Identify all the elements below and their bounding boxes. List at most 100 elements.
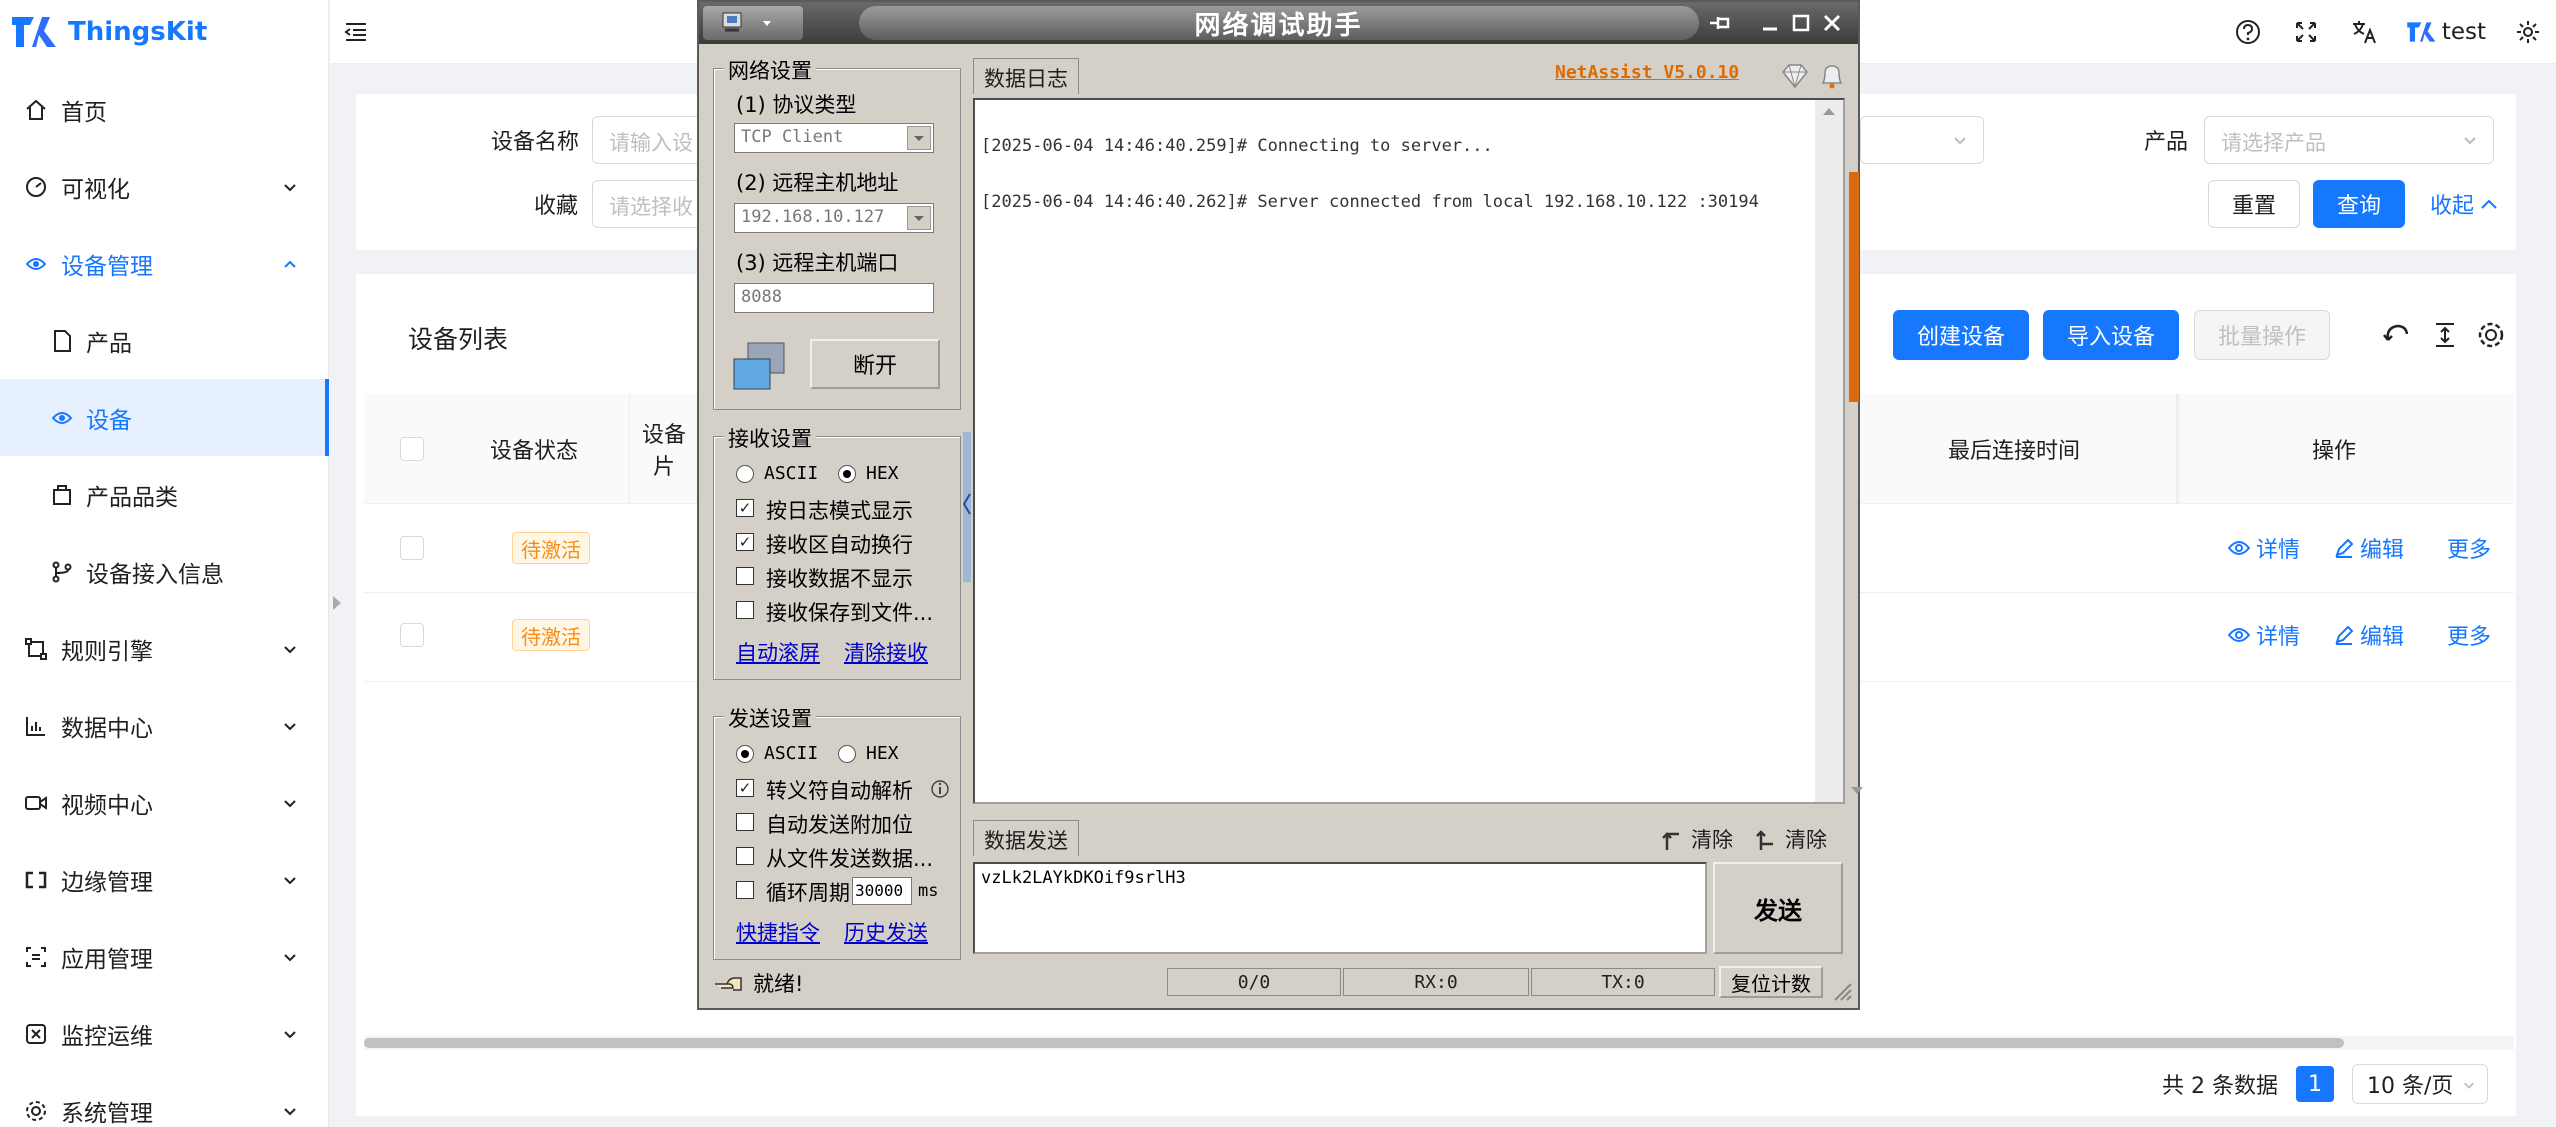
clear-send-1-button[interactable]: 清除 [1659, 824, 1733, 854]
product-select[interactable]: 请选择产品 [2204, 116, 2494, 164]
more-link[interactable]: 更多 [2447, 532, 2491, 564]
horizontal-scrollbar[interactable] [364, 1036, 2514, 1050]
import-device-button[interactable]: 导入设备 [2043, 310, 2179, 360]
protocol-select[interactable]: TCP Client [734, 123, 934, 153]
hidden-select[interactable] [1860, 116, 1984, 164]
col-status[interactable]: 设备状态 [444, 394, 624, 504]
row-checkbox[interactable] [400, 623, 424, 647]
log-mode-checkbox[interactable]: ✓ [736, 499, 754, 517]
batch-operation-button[interactable]: 批量操作 [2194, 310, 2330, 360]
scroll-up-icon[interactable] [1815, 100, 1843, 124]
resize-grip-icon[interactable] [1831, 980, 1853, 1002]
orange-splitter[interactable] [1849, 172, 1859, 402]
tab-data-send[interactable]: 数据发送 [973, 820, 1079, 856]
menu-home[interactable]: 首页 [0, 71, 329, 148]
menu-visualization[interactable]: 可视化 [0, 148, 329, 225]
more-link[interactable]: 更多 [2447, 619, 2491, 651]
edit-link[interactable]: 编辑 [2334, 532, 2404, 564]
chevron-down-icon [284, 1107, 296, 1115]
collapse-toggle[interactable]: 收起 [2430, 188, 2498, 220]
log-scrollbar[interactable] [1815, 100, 1863, 802]
loop-period-checkbox[interactable] [736, 881, 754, 899]
maximize-icon[interactable] [1788, 10, 1814, 36]
help-icon[interactable] [2232, 16, 2264, 48]
col-image[interactable]: 设备 片 [624, 394, 704, 504]
detail-link[interactable]: 详情 [2228, 619, 2300, 651]
device-name-input[interactable]: 请输入设 [592, 116, 712, 164]
status-badge: 待激活 [512, 532, 590, 564]
refresh-icon[interactable] [2382, 320, 2412, 350]
pin-icon[interactable] [1707, 10, 1733, 36]
fullscreen-icon[interactable] [2290, 16, 2322, 48]
window-titlebar[interactable]: 网络调试助手 [699, 2, 1858, 44]
auto-scroll-link[interactable]: 自动滚屏 [736, 637, 820, 667]
send-ascii-radio[interactable] [736, 745, 754, 763]
select-all-checkbox[interactable] [400, 437, 424, 461]
query-button[interactable]: 查询 [2313, 180, 2405, 228]
col-last-connect[interactable]: 最后连接时间 [1864, 394, 2164, 504]
menu-visualization-label: 可视化 [61, 176, 130, 203]
avatar-logo-icon[interactable] [2406, 16, 2438, 48]
menu-device[interactable]: 设备 [0, 379, 329, 456]
detail-link[interactable]: 详情 [2228, 532, 2300, 564]
translate-icon[interactable] [2348, 16, 2380, 48]
send-button[interactable]: 发送 [1713, 862, 1843, 954]
username[interactable]: test [2442, 19, 2486, 45]
close-icon[interactable] [1819, 10, 1845, 36]
side-splitter[interactable] [963, 432, 971, 582]
clear-receive-link[interactable]: 清除接收 [844, 637, 928, 667]
menu-product[interactable]: 产品 [0, 302, 329, 379]
menu-app-management[interactable]: 应用管理 [0, 918, 329, 995]
data-log-area[interactable]: [2025-06-04 14:46:40.259]# Connecting to… [973, 98, 1863, 804]
scroll-down-icon[interactable] [1843, 778, 1871, 802]
menu-device-access-info[interactable]: 设备接入信息 [0, 533, 329, 610]
port-input[interactable]: 8088 [734, 283, 934, 313]
menu-monitor-ops[interactable]: 监控运维 [0, 995, 329, 1072]
favorite-select[interactable]: 请选择收 [592, 180, 712, 228]
menu-fold-icon[interactable] [344, 20, 368, 44]
reset-button[interactable]: 重置 [2208, 180, 2300, 228]
recv-ascii-radio[interactable] [736, 465, 754, 483]
info-icon[interactable] [930, 779, 950, 799]
diamond-icon[interactable] [1779, 62, 1811, 90]
page-size-select[interactable]: 10 条/页 [2352, 1064, 2488, 1104]
menu-product-category[interactable]: 产品品类 [0, 456, 329, 533]
logo[interactable]: ThingsKit [0, 0, 328, 64]
send-from-file-checkbox[interactable] [736, 847, 754, 865]
send-hex-radio[interactable] [838, 745, 856, 763]
shortcut-command-link[interactable]: 快捷指令 [736, 917, 820, 947]
send-textarea[interactable]: vzLk2LAYkDKOif9srlH3 [973, 862, 1707, 954]
escape-parse-checkbox[interactable]: ✓ [736, 779, 754, 797]
tab-data-log[interactable]: 数据日志 [973, 58, 1079, 94]
loop-period-input[interactable]: 30000 [852, 877, 912, 905]
hide-recv-checkbox[interactable] [736, 567, 754, 585]
minimize-icon[interactable] [1757, 10, 1783, 36]
auto-wrap-checkbox[interactable]: ✓ [736, 533, 754, 551]
menu-device-management[interactable]: 设备管理 [0, 225, 329, 302]
recv-hex-radio[interactable] [838, 465, 856, 483]
send-history-link[interactable]: 历史发送 [844, 917, 928, 947]
menu-video-center[interactable]: 视频中心 [0, 764, 329, 841]
reset-count-button[interactable]: 复位计数 [1719, 966, 1823, 998]
clear-send-2-button[interactable]: 清除 [1753, 824, 1827, 854]
product-placeholder: 请选择产品 [2221, 131, 2326, 155]
menu-data-center[interactable]: 数据中心 [0, 687, 329, 764]
host-select[interactable]: 192.168.10.127 [734, 203, 934, 233]
column-height-icon[interactable] [2430, 320, 2460, 350]
menu-edge-management[interactable]: 边缘管理 [0, 841, 329, 918]
bell-icon[interactable] [1817, 62, 1847, 90]
version-link[interactable]: NetAssist V5.0.10 [1555, 62, 1739, 83]
menu-system-management[interactable]: 系统管理 [0, 1072, 329, 1127]
menu-rule-engine[interactable]: 规则引擎 [0, 610, 329, 687]
edit-link[interactable]: 编辑 [2334, 619, 2404, 651]
scrollbar-thumb[interactable] [364, 1038, 2344, 1048]
save-file-checkbox[interactable] [736, 601, 754, 619]
sidebar-collapse-handle-icon[interactable] [330, 588, 346, 618]
disconnect-button[interactable]: 断开 [810, 339, 940, 389]
page-1-button[interactable]: 1 [2296, 1066, 2334, 1102]
create-device-button[interactable]: 创建设备 [1893, 310, 2029, 360]
row-checkbox[interactable] [400, 536, 424, 560]
settings-icon[interactable] [2512, 16, 2544, 48]
column-settings-icon[interactable] [2476, 320, 2506, 350]
append-bit-checkbox[interactable] [736, 813, 754, 831]
